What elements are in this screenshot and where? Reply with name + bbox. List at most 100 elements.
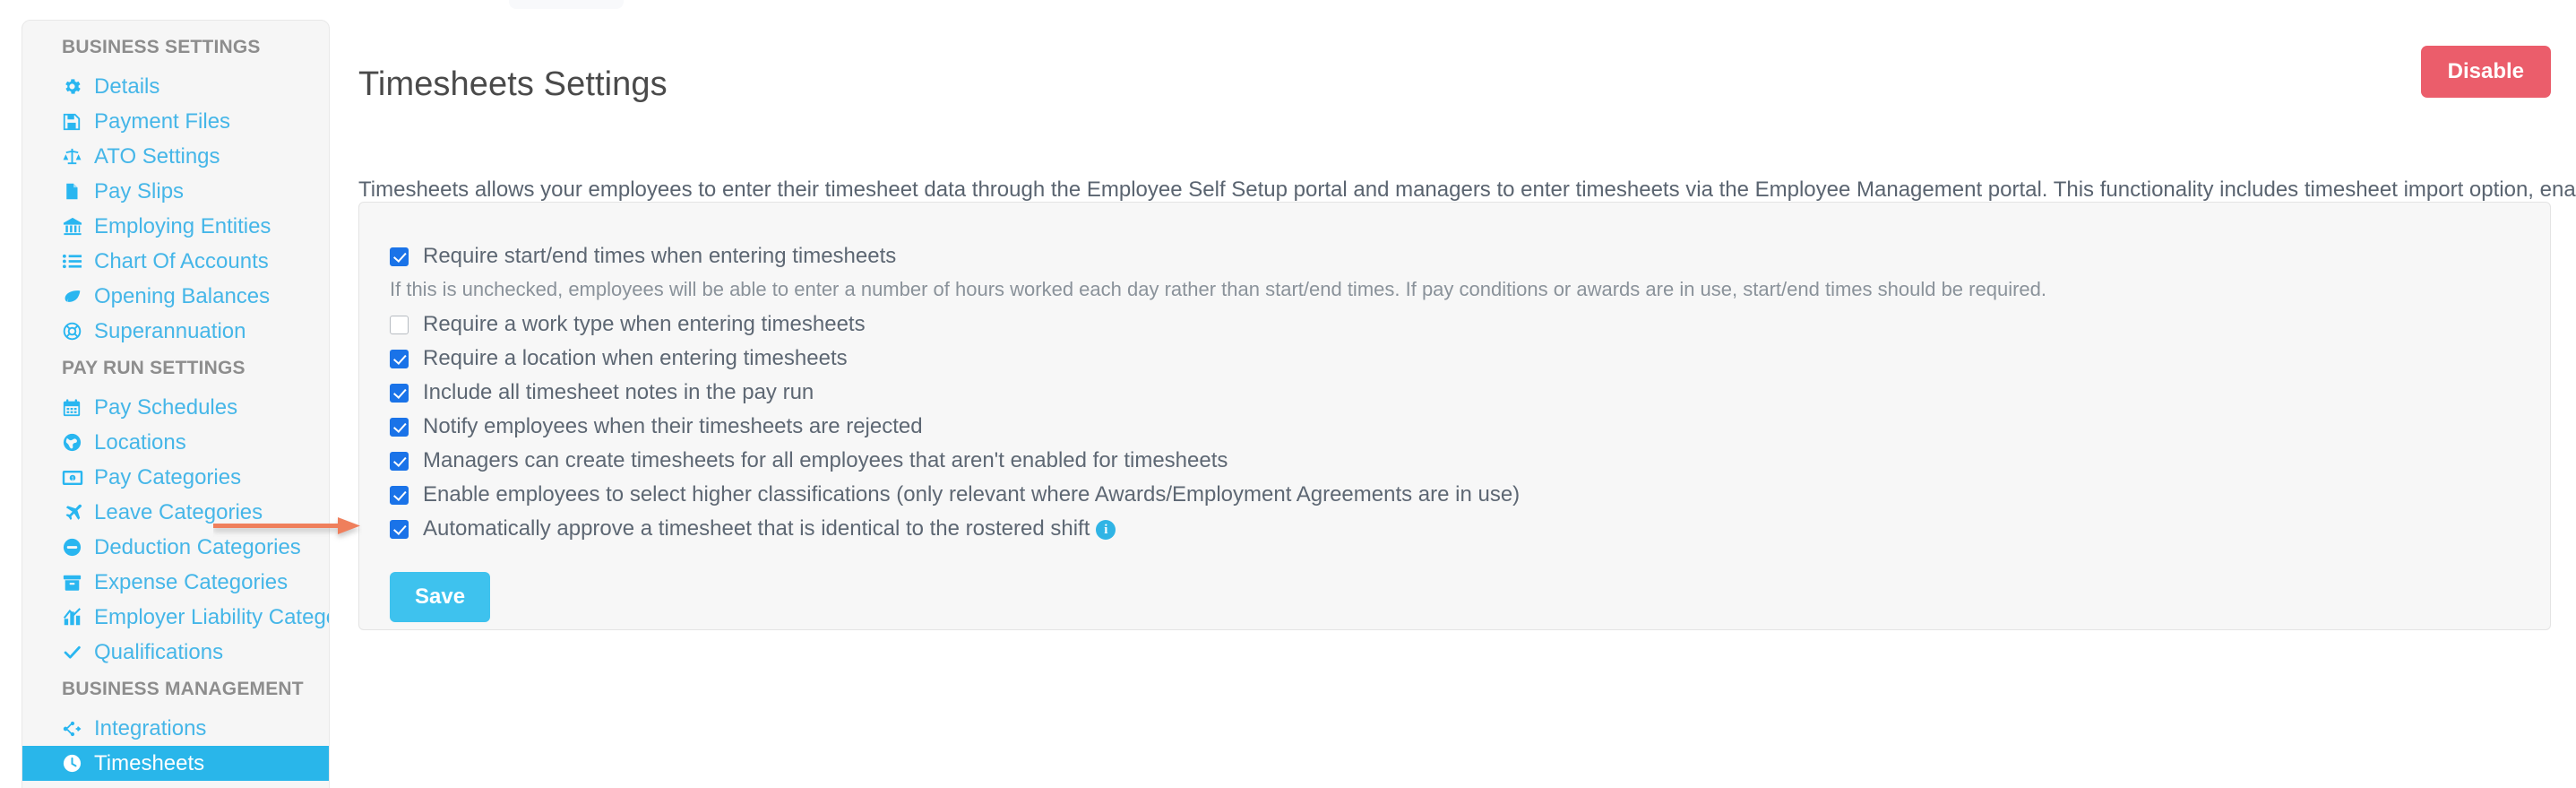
setting-7-checkbox[interactable]: [390, 486, 409, 505]
checkbox-row[interactable]: Managers can create timesheets for all e…: [359, 446, 2550, 481]
money-bill-icon: 1: [62, 469, 92, 487]
plane-icon: [62, 502, 92, 523]
setting-5-text: Notify employees when their timesheets a…: [423, 414, 923, 438]
sidebar-item-deduction-categories[interactable]: Deduction Categories: [22, 530, 329, 565]
sidebar-item-integrations[interactable]: Integrations: [22, 711, 329, 746]
sidebar-item-label: Employing Entities: [94, 213, 271, 238]
setting-6-label: Managers can create timesheets for all e…: [423, 446, 1228, 475]
sidebar-item-expense-categories[interactable]: Expense Categories: [22, 565, 329, 600]
sidebar-item-employing-entities[interactable]: Employing Entities: [22, 209, 329, 244]
setting-8-label: Automatically approve a timesheet that i…: [423, 515, 1116, 543]
setting-2-label: Require a work type when entering timesh…: [423, 310, 866, 339]
setting-3-checkbox[interactable]: [390, 350, 409, 368]
lifebuoy-icon: [62, 321, 92, 342]
setting-6-text: Managers can create timesheets for all e…: [423, 448, 1228, 472]
check-icon: [62, 643, 92, 662]
checkbox-row[interactable]: Include all timesheet notes in the pay r…: [359, 378, 2550, 412]
setting-5-label: Notify employees when their timesheets a…: [423, 412, 923, 441]
checkbox-row[interactable]: Require a work type when entering timesh…: [359, 310, 2550, 344]
sidebar-item-label: Employer Liability Categories: [94, 604, 329, 629]
timesheets-settings-page: BUSINESS SETTINGS Details Payment Files ATO…: [0, 0, 2576, 788]
settings-sidebar: BUSINESS SETTINGS Details Payment Files ATO…: [22, 20, 330, 788]
leaf-icon: [62, 287, 92, 306]
sidebar-group-title: BUSINESS SETTINGS: [62, 37, 261, 57]
file-icon: [62, 181, 92, 202]
setting-1-label: Require start/end times when entering ti…: [423, 242, 896, 271]
setting-4-checkbox[interactable]: [390, 384, 409, 403]
sidebar-item-pay-categories[interactable]: 1 Pay Categories: [22, 460, 329, 495]
globe-icon: [62, 432, 92, 453]
sidebar-item-label: Details: [94, 74, 160, 99]
setting-4-text: Include all timesheet notes in the pay r…: [423, 380, 814, 404]
setting-7-label: Enable employees to select higher classi…: [423, 481, 1520, 509]
setting-5-checkbox[interactable]: [390, 418, 409, 437]
settings-panel: Require start/end times when entering ti…: [358, 202, 2551, 630]
sidebar-item-timesheets[interactable]: Timesheets: [22, 746, 329, 781]
disable-button[interactable]: Disable: [2420, 46, 2551, 98]
setting-1-text: Require start/end times when entering ti…: [423, 244, 897, 268]
setting-8-text: Automatically approve a timesheet that i…: [423, 516, 1090, 541]
sidebar-item-label: Chart Of Accounts: [94, 248, 269, 273]
page-title: Timesheets Settings: [358, 65, 668, 104]
sidebar-item-payment-files[interactable]: Payment Files: [22, 104, 329, 139]
sidebar-item-employer-liability-categories[interactable]: Employer Liability Categories: [22, 600, 329, 635]
sidebar-item-chart-of-accounts[interactable]: Chart Of Accounts: [22, 244, 329, 279]
sidebar-item-qualifications[interactable]: Qualifications: [22, 635, 329, 670]
calendar-icon: [62, 398, 92, 418]
setting-6-checkbox[interactable]: [390, 452, 409, 471]
checkbox-row[interactable]: Notify employees when their timesheets a…: [359, 412, 2550, 446]
save-button[interactable]: Save: [390, 572, 491, 622]
sidebar-item-label: Timesheets: [94, 750, 205, 775]
sidebar-item-opening-balances[interactable]: Opening Balances: [22, 279, 329, 314]
bank-icon: [62, 216, 92, 237]
sidebar-item-label: Opening Balances: [94, 283, 271, 308]
sidebar-item-label: Qualifications: [94, 639, 224, 664]
sidebar-item-details[interactable]: Details: [22, 69, 329, 104]
sidebar-item-label: Integrations: [94, 715, 207, 740]
sidebar-item-label: ATO Settings: [94, 143, 220, 169]
setting-3-label: Require a location when entering timeshe…: [423, 344, 848, 373]
sidebar-item-label: Leave Categories: [94, 499, 263, 524]
list-icon: [62, 251, 92, 272]
sidebar-group-title: PAY RUN SETTINGS: [62, 358, 246, 378]
archive-box-icon: [62, 573, 92, 593]
sidebar-item-pay-slips[interactable]: Pay Slips: [22, 174, 329, 209]
setting-2-text: Require a work type when entering timesh…: [423, 312, 866, 336]
intro-paragraph: Timesheets allows your employees to ente…: [358, 178, 2576, 202]
sidebar-item-label: Pay Schedules: [94, 394, 238, 420]
sidebar-item-label: Expense Categories: [94, 569, 289, 594]
checkbox-row[interactable]: Automatically approve a timesheet that i…: [359, 515, 2550, 549]
gear-icon: [62, 76, 92, 97]
setting-1-checkbox[interactable]: [390, 247, 409, 266]
balance-scale-icon: [62, 146, 92, 167]
checkbox-row[interactable]: Require start/end times when entering ti…: [359, 242, 2550, 276]
start-end-help-text: If this is unchecked, employees will be …: [390, 278, 2046, 300]
setting-8-checkbox[interactable]: [390, 520, 409, 539]
sidebar-item-label: Pay Slips: [94, 178, 185, 203]
page-header: Timesheets Settings Disable: [358, 43, 2551, 103]
sidebar-group-title: BUSINESS MANAGEMENT: [62, 679, 304, 699]
save-disk-icon: [62, 112, 92, 132]
bar-chart-icon: [62, 608, 92, 627]
sidebar-item-pay-schedules[interactable]: Pay Schedules: [22, 390, 329, 425]
sidebar-item-label: Payment Files: [94, 108, 231, 134]
setting-7-text: Enable employees to select higher classi…: [423, 482, 1521, 507]
sidebar-item-label: Locations: [94, 429, 186, 455]
minus-circle-icon: [62, 537, 92, 558]
sidebar-item-locations[interactable]: Locations: [22, 425, 329, 460]
setting-3-text: Require a location when entering timeshe…: [423, 346, 848, 370]
checkbox-row[interactable]: Require a location when entering timeshe…: [359, 344, 2550, 378]
sidebar-item-superannuation[interactable]: Superannuation: [22, 314, 329, 349]
sidebar-item-ato-settings[interactable]: ATO Settings: [22, 139, 329, 174]
main-content: Timesheets Settings Disable Timesheets a…: [358, 0, 2576, 788]
sidebar-item-leave-categories[interactable]: Leave Categories: [22, 495, 329, 530]
setting-2-checkbox[interactable]: [390, 316, 409, 334]
sidebar-item-label: Deduction Categories: [94, 534, 301, 559]
sidebar-item-label: Superannuation: [94, 318, 246, 343]
setting-4-label: Include all timesheet notes in the pay r…: [423, 378, 814, 407]
checkbox-row[interactable]: Enable employees to select higher classi…: [359, 481, 2550, 515]
clock-icon: [62, 753, 92, 774]
info-icon[interactable]: i: [1096, 520, 1116, 540]
integration-icon: [62, 719, 92, 739]
sidebar-item-label: Pay Categories: [94, 464, 242, 489]
